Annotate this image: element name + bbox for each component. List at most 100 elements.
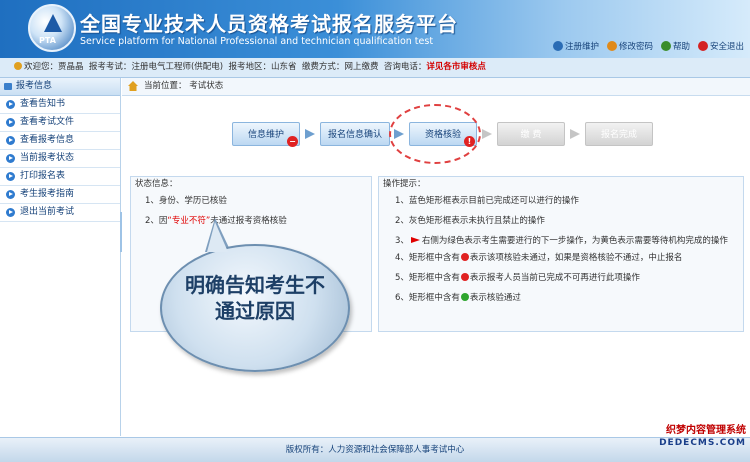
sidebar-item-label: 查看报考信息 xyxy=(20,135,75,145)
register-link-label: 注册维护 xyxy=(564,42,599,52)
sidebar-item-print-form[interactable]: 打印报名表 xyxy=(0,168,120,186)
exam-value: 注册电气工程师(供配电) xyxy=(131,62,224,72)
change-password-label: 修改密码 xyxy=(618,42,653,52)
watermark-line-2: DEDECMS.COM xyxy=(659,438,746,448)
help-link-label: 帮助 xyxy=(672,42,690,52)
sidebar-item-view-registration[interactable]: 查看报考信息 xyxy=(0,132,120,150)
tips-panel: 操作提示： 1、蓝色矩形框表示目前已完成还可以进行的操作 2、灰色矩形框表示未执… xyxy=(378,176,744,332)
header-banner: PTA 全国专业技术人员资格考试报名服务平台 Service platform … xyxy=(0,0,750,58)
user-info-bar: 欢迎您：贾晶晶 报考考试：注册电气工程师(供配电) 报考地区：山东省 缴费方式：… xyxy=(0,58,750,78)
tip-6-text: 表示核验通过 xyxy=(469,293,521,303)
step-payment[interactable]: 缴 费 xyxy=(497,122,565,146)
watermark-line-1: 织梦内容管理系统 xyxy=(666,425,746,436)
step-label: 缴 费 xyxy=(520,130,542,140)
region-label: 报考地区： xyxy=(228,62,271,72)
top-links: 注册维护 修改密码 帮助 安全退出 xyxy=(552,40,744,52)
tip-4-prefix: 4、矩形框中含有 xyxy=(395,253,460,263)
step-confirm-info[interactable]: 报名信息确认 xyxy=(320,122,390,146)
logout-link[interactable]: 安全退出 xyxy=(697,40,744,52)
footer: 版权所有：人力资源和社会保障部人事考试中心 xyxy=(0,437,750,462)
sidebar-item-label: 退出当前考试 xyxy=(20,207,75,217)
breadcrumb-current: 考试状态 xyxy=(189,81,224,91)
logout-link-label: 安全退出 xyxy=(709,42,744,52)
logout-icon xyxy=(697,41,708,51)
sidebar-item-current-status[interactable]: 当前报考状态 xyxy=(0,150,120,168)
region-value: 山东省 xyxy=(271,62,297,72)
payment-label: 缴费方式： xyxy=(301,62,345,72)
arrow-circle-icon xyxy=(6,190,15,199)
home-icon xyxy=(128,81,138,91)
sidebar-item-label: 当前报考状态 xyxy=(20,153,75,163)
copyright-text: 版权所有：人力资源和社会保障部人事考试中心 xyxy=(285,445,465,455)
sidebar-item-label: 考生报考指南 xyxy=(20,189,75,199)
step-arrow-icon xyxy=(570,129,580,139)
breadcrumb: 当前位置： 考试状态 xyxy=(122,78,750,96)
arrow-circle-icon xyxy=(6,208,15,217)
tip-2: 2、灰色矩形框表示未执行且禁止的操作 xyxy=(395,216,545,226)
step-arrow-icon xyxy=(482,129,492,139)
payment-value: 网上缴费 xyxy=(344,62,379,72)
sidebar-item-view-notice[interactable]: 查看告知书 xyxy=(0,96,120,114)
tip-4-text: 表示该项核验未通过，如果是资格核验不通过，中止报名 xyxy=(469,253,683,263)
change-password-link[interactable]: 修改密码 xyxy=(606,40,653,52)
tip-3-text: 右侧为绿色表示考生需要进行的下一步操作，为黄色表示需要等待机构完成的操作 xyxy=(421,236,728,246)
callout-text: 明确告知考生不通过原因 xyxy=(185,273,325,323)
status-panel-title: 状态信息： xyxy=(135,179,178,189)
red-minus-icon xyxy=(460,273,469,281)
exam-label: 报考考试： xyxy=(88,62,132,72)
red-arrow-icon xyxy=(410,237,420,243)
register-icon xyxy=(552,41,563,51)
arrow-circle-icon xyxy=(6,154,15,163)
sidebar-item-label: 查看考试文件 xyxy=(20,117,75,127)
arrow-circle-icon xyxy=(6,100,15,109)
tip-5-text: 表示报考人员当前已完成不可再进行此项操作 xyxy=(469,273,640,283)
step-label: 信息维护 xyxy=(247,130,284,140)
phone-label: 咨询电话： xyxy=(383,62,427,72)
step-arrow-icon xyxy=(305,129,315,139)
step-label: 报名信息确认 xyxy=(327,130,382,140)
sidebar-item-label: 打印报名表 xyxy=(20,171,66,181)
welcome-text: 欢迎您：贾晶晶 xyxy=(24,62,84,72)
register-link[interactable]: 注册维护 xyxy=(552,40,599,52)
step-complete[interactable]: 报名完成 xyxy=(585,122,653,146)
tip-5: 5、矩形框中含有 表示报考人员当前已完成不可再进行此项操作 xyxy=(395,268,743,288)
sidebar: 报考信息 查看告知书 查看考试文件 查看报考信息 当前报考状态 打印报名表 考生… xyxy=(0,78,121,436)
platform-title: 全国专业技术人员资格考试报名服务平台 xyxy=(80,12,458,36)
arrow-circle-icon xyxy=(6,172,15,181)
sidebar-item-view-exam-files[interactable]: 查看考试文件 xyxy=(0,114,120,132)
phone-value: 详见各市审核点 xyxy=(426,62,486,72)
platform-subtitle: Service platform for National Profession… xyxy=(80,36,434,47)
help-link[interactable]: 帮助 xyxy=(660,40,690,52)
tip-1: 1、蓝色矩形框表示目前已完成还可以进行的操作 xyxy=(395,196,579,206)
callout-tail-inner xyxy=(207,222,228,252)
sidebar-item-guide[interactable]: 考生报考指南 xyxy=(0,186,120,204)
logo-text: PTA xyxy=(39,36,56,45)
minus-badge-icon: − xyxy=(287,136,298,147)
arrow-circle-icon xyxy=(6,136,15,145)
breadcrumb-label: 当前位置： xyxy=(144,81,187,91)
tip-5-prefix: 5、矩形框中含有 xyxy=(395,273,460,283)
watermark: 织梦内容管理系统 DEDECMS.COM xyxy=(659,425,746,449)
tips-panel-title: 操作提示： xyxy=(383,179,426,189)
green-check-icon xyxy=(460,293,469,301)
sidebar-item-exit-exam[interactable]: 退出当前考试 xyxy=(0,204,120,222)
tip-6: 6、矩形框中含有 表示核验通过 xyxy=(395,288,743,308)
tip-6-prefix: 6、矩形框中含有 xyxy=(395,293,460,303)
key-icon xyxy=(606,41,617,51)
sidebar-item-label: 查看告知书 xyxy=(20,99,66,109)
status-line-2-prefix: 2、因 xyxy=(145,216,168,226)
sidebar-header: 报考信息 xyxy=(0,78,120,96)
highlight-ring xyxy=(389,104,481,164)
help-icon xyxy=(660,41,671,51)
pta-logo: PTA xyxy=(28,4,76,52)
red-exclamation-icon xyxy=(460,253,469,261)
user-icon xyxy=(14,62,22,70)
tip-3: 3、 右侧为绿色表示考生需要进行的下一步操作，为黄色表示需要等待机构完成的操作 xyxy=(383,235,743,248)
tip-3-prefix: 3、 xyxy=(395,236,409,246)
logo-triangle-icon xyxy=(44,14,62,32)
status-line-1: 1、身份、学历已核验 xyxy=(145,196,227,206)
status-line-2: 2、因“专业不符”未通过报考资格核验 xyxy=(145,211,371,231)
arrow-circle-icon xyxy=(6,118,15,127)
tip-4: 4、矩形框中含有 表示该项核验未通过，如果是资格核验不通过，中止报名 xyxy=(395,248,743,268)
step-label: 报名完成 xyxy=(600,130,637,140)
